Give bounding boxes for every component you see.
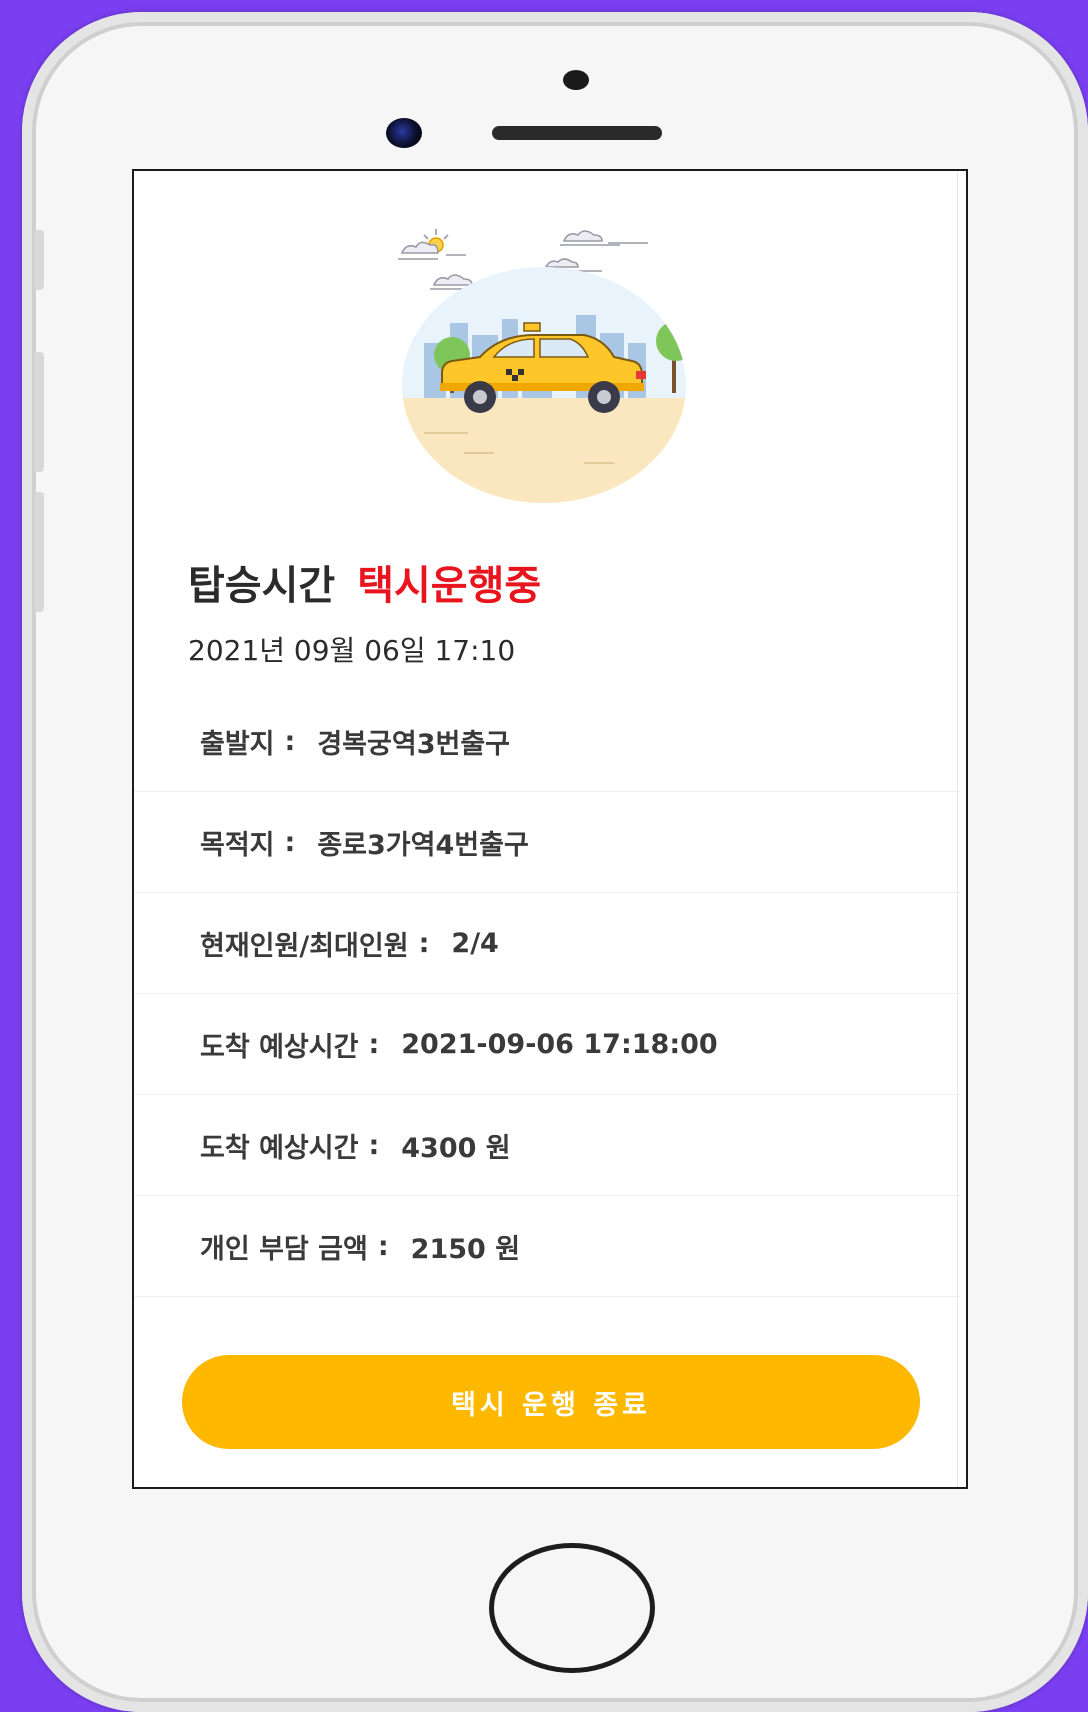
ride-title-row: 탑승시간 택시운행중 [188,553,541,611]
app-screen: 탑승시간 택시운행중 2021년 09월 06일 17:10 출발지: 경복궁역3번… [132,169,968,1489]
home-button[interactable] [489,1543,655,1673]
personal-share-label: 개인 부담 금액 [200,1233,368,1265]
personal-share-row: 개인 부담 금액:2150 원 [134,1196,960,1297]
arrival-time-row: 도착 예상시간:2021-09-06 17:18:00 [134,994,960,1095]
arrival-time-value: 2021-09-06 17:18:00 [401,1028,718,1060]
ride-status-label: 택시운행중 [357,563,542,609]
personal-share-value: 2150 원 [410,1233,521,1265]
passenger-count-value: 2/4 [451,927,499,959]
fare-label: 도착 예상시간 [200,1132,359,1164]
volume-down-button [34,492,44,612]
mute-switch [34,230,44,290]
ride-info-list: 출발지: 경복궁역3번출구 목적지: 종로3가역4번출구 현재인원/최대인원:2/4… [134,691,960,1297]
ride-title: 탑승시간 [188,563,336,609]
passenger-count-label: 현재인원/최대인원 [200,930,409,962]
destination-row: 목적지: 종로3가역4번출구 [134,792,960,893]
destination-label: 목적지 [200,829,275,861]
taxi-city-illustration [398,229,686,503]
departure-value: 경복궁역3번출구 [317,728,511,760]
destination-value: 종로3가역4번출구 [317,829,529,861]
fare-value: 4300 원 [401,1132,511,1164]
arrival-time-label: 도착 예상시간 [200,1031,359,1063]
departure-row: 출발지: 경복궁역3번출구 [134,691,960,792]
volume-up-button [34,352,44,472]
end-ride-button[interactable]: 택시 운행 종료 [182,1355,920,1449]
fare-row: 도착 예상시간:4300 원 [134,1095,960,1196]
boarding-datetime: 2021년 09월 06일 17:10 [188,634,516,667]
earpiece-speaker [492,126,662,140]
front-camera [386,118,422,148]
departure-label: 출발지 [200,728,275,760]
passenger-count-row: 현재인원/최대인원:2/4 [134,893,960,994]
proximity-sensor [563,70,589,90]
